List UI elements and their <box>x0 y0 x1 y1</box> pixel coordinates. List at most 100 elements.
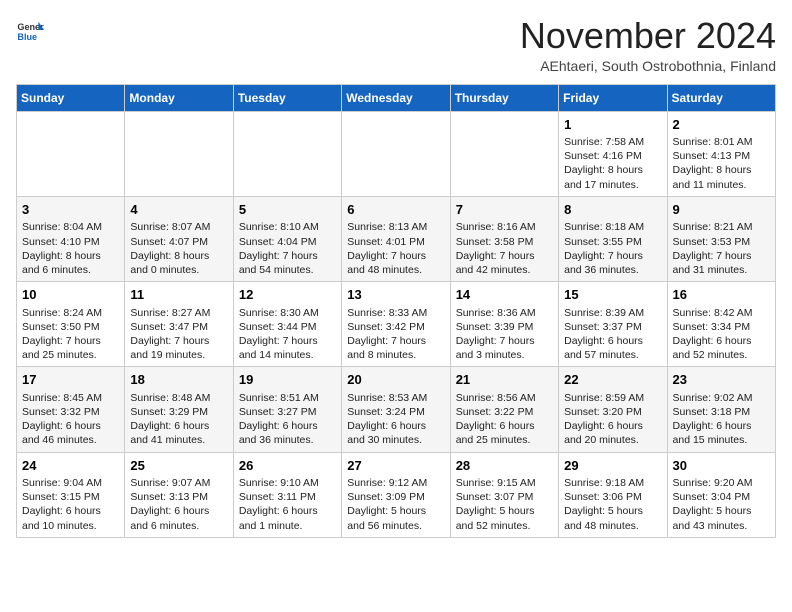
calendar-cell: 20Sunrise: 8:53 AM Sunset: 3:24 PM Dayli… <box>342 367 450 452</box>
day-number: 14 <box>456 286 553 304</box>
day-number: 5 <box>239 201 336 219</box>
day-number: 13 <box>347 286 444 304</box>
day-number: 18 <box>130 371 227 389</box>
calendar-week-row: 3Sunrise: 8:04 AM Sunset: 4:10 PM Daylig… <box>17 196 776 281</box>
day-number: 27 <box>347 457 444 475</box>
day-info: Sunrise: 8:33 AM Sunset: 3:42 PM Dayligh… <box>347 306 444 363</box>
day-number: 8 <box>564 201 661 219</box>
calendar-table: SundayMondayTuesdayWednesdayThursdayFrid… <box>16 84 776 538</box>
day-info: Sunrise: 8:10 AM Sunset: 4:04 PM Dayligh… <box>239 220 336 277</box>
calendar-cell: 13 Sunrise: 8:33 AM Sunset: 3:42 PM Dayli… <box>342 282 450 367</box>
day-number: 3 <box>22 201 119 219</box>
calendar-week-row: 1Sunrise: 7:58 AM Sunset: 4:16 PM Daylig… <box>17 111 776 196</box>
logo-icon: General Blue <box>16 16 44 44</box>
weekday-header: Tuesday <box>233 84 341 111</box>
calendar-cell: 22Sunrise: 8:59 AM Sunset: 3:20 PM Dayli… <box>559 367 667 452</box>
calendar-cell: 26Sunrise: 9:10 AM Sunset: 3:11 PM Dayli… <box>233 452 341 537</box>
day-number: 19 <box>239 371 336 389</box>
calendar-cell <box>233 111 341 196</box>
day-info: Sunrise: 8:51 AM Sunset: 3:27 PM Dayligh… <box>239 391 336 448</box>
day-info: Sunrise: 8:30 AM Sunset: 3:44 PM Dayligh… <box>239 306 336 363</box>
day-number: 9 <box>673 201 770 219</box>
logo: General Blue <box>16 16 44 44</box>
calendar-cell <box>17 111 125 196</box>
day-number: 15 <box>564 286 661 304</box>
calendar-cell: 9Sunrise: 8:21 AM Sunset: 3:53 PM Daylig… <box>667 196 775 281</box>
day-info: Sunrise: 7:58 AM Sunset: 4:16 PM Dayligh… <box>564 135 661 192</box>
weekday-header: Thursday <box>450 84 558 111</box>
day-number: 29 <box>564 457 661 475</box>
day-number: 1 <box>564 116 661 134</box>
calendar-cell: 5Sunrise: 8:10 AM Sunset: 4:04 PM Daylig… <box>233 196 341 281</box>
month-title: November 2024 <box>520 16 776 56</box>
calendar-cell: 4Sunrise: 8:07 AM Sunset: 4:07 PM Daylig… <box>125 196 233 281</box>
day-number: 17 <box>22 371 119 389</box>
calendar-cell <box>342 111 450 196</box>
day-info: Sunrise: 8:01 AM Sunset: 4:13 PM Dayligh… <box>673 135 770 192</box>
calendar-week-row: 10 Sunrise: 8:24 AM Sunset: 3:50 PM Dayli… <box>17 282 776 367</box>
day-info: Sunrise: 8:27 AM Sunset: 3:47 PM Dayligh… <box>130 306 227 363</box>
calendar-cell: 18Sunrise: 8:48 AM Sunset: 3:29 PM Dayli… <box>125 367 233 452</box>
day-info: Sunrise: 9:20 AM Sunset: 3:04 PM Dayligh… <box>673 476 770 533</box>
calendar-cell: 19 Sunrise: 8:51 AM Sunset: 3:27 PM Dayli… <box>233 367 341 452</box>
day-number: 10 <box>22 286 119 304</box>
weekday-header: Monday <box>125 84 233 111</box>
day-number: 4 <box>130 201 227 219</box>
day-number: 25 <box>130 457 227 475</box>
location-title: AEhtaeri, South Ostrobothnia, Finland <box>520 58 776 74</box>
calendar-cell: 11 Sunrise: 8:27 AM Sunset: 3:47 PM Dayli… <box>125 282 233 367</box>
day-info: Sunrise: 8:36 AM Sunset: 3:39 PM Dayligh… <box>456 306 553 363</box>
day-info: Sunrise: 8:59 AM Sunset: 3:20 PM Dayligh… <box>564 391 661 448</box>
calendar-cell: 27Sunrise: 9:12 AM Sunset: 3:09 PM Dayli… <box>342 452 450 537</box>
calendar-cell: 7Sunrise: 8:16 AM Sunset: 3:58 PM Daylig… <box>450 196 558 281</box>
calendar-cell: 2Sunrise: 8:01 AM Sunset: 4:13 PM Daylig… <box>667 111 775 196</box>
calendar-cell: 6Sunrise: 8:13 AM Sunset: 4:01 PM Daylig… <box>342 196 450 281</box>
day-number: 24 <box>22 457 119 475</box>
day-number: 23 <box>673 371 770 389</box>
day-info: Sunrise: 9:15 AM Sunset: 3:07 PM Dayligh… <box>456 476 553 533</box>
weekday-header: Sunday <box>17 84 125 111</box>
day-number: 21 <box>456 371 553 389</box>
calendar-cell <box>450 111 558 196</box>
calendar-cell: 16 Sunrise: 8:42 AM Sunset: 3:34 PM Dayli… <box>667 282 775 367</box>
day-info: Sunrise: 8:53 AM Sunset: 3:24 PM Dayligh… <box>347 391 444 448</box>
day-info: Sunrise: 8:24 AM Sunset: 3:50 PM Dayligh… <box>22 306 119 363</box>
day-info: Sunrise: 8:04 AM Sunset: 4:10 PM Dayligh… <box>22 220 119 277</box>
day-number: 7 <box>456 201 553 219</box>
calendar-cell: 24Sunrise: 9:04 AM Sunset: 3:15 PM Dayli… <box>17 452 125 537</box>
day-info: Sunrise: 8:45 AM Sunset: 3:32 PM Dayligh… <box>22 391 119 448</box>
day-info: Sunrise: 8:21 AM Sunset: 3:53 PM Dayligh… <box>673 220 770 277</box>
calendar-cell: 15 Sunrise: 8:39 AM Sunset: 3:37 PM Dayli… <box>559 282 667 367</box>
day-info: Sunrise: 8:39 AM Sunset: 3:37 PM Dayligh… <box>564 306 661 363</box>
svg-text:Blue: Blue <box>17 32 37 42</box>
day-number: 26 <box>239 457 336 475</box>
day-number: 16 <box>673 286 770 304</box>
calendar-week-row: 24Sunrise: 9:04 AM Sunset: 3:15 PM Dayli… <box>17 452 776 537</box>
day-info: Sunrise: 9:18 AM Sunset: 3:06 PM Dayligh… <box>564 476 661 533</box>
day-number: 6 <box>347 201 444 219</box>
day-number: 2 <box>673 116 770 134</box>
calendar-cell: 29Sunrise: 9:18 AM Sunset: 3:06 PM Dayli… <box>559 452 667 537</box>
day-number: 11 <box>130 286 227 304</box>
day-info: Sunrise: 9:02 AM Sunset: 3:18 PM Dayligh… <box>673 391 770 448</box>
day-number: 28 <box>456 457 553 475</box>
calendar-header-row: SundayMondayTuesdayWednesdayThursdayFrid… <box>17 84 776 111</box>
calendar-cell: 1Sunrise: 7:58 AM Sunset: 4:16 PM Daylig… <box>559 111 667 196</box>
calendar-cell: 28Sunrise: 9:15 AM Sunset: 3:07 PM Dayli… <box>450 452 558 537</box>
calendar-cell: 23 Sunrise: 9:02 AM Sunset: 3:18 PM Dayli… <box>667 367 775 452</box>
day-info: Sunrise: 8:18 AM Sunset: 3:55 PM Dayligh… <box>564 220 661 277</box>
calendar-cell: 21Sunrise: 8:56 AM Sunset: 3:22 PM Dayli… <box>450 367 558 452</box>
day-info: Sunrise: 9:07 AM Sunset: 3:13 PM Dayligh… <box>130 476 227 533</box>
calendar-cell: 25Sunrise: 9:07 AM Sunset: 3:13 PM Dayli… <box>125 452 233 537</box>
calendar-cell: 12Sunrise: 8:30 AM Sunset: 3:44 PM Dayli… <box>233 282 341 367</box>
day-info: Sunrise: 8:16 AM Sunset: 3:58 PM Dayligh… <box>456 220 553 277</box>
title-area: November 2024 AEhtaeri, South Ostrobothn… <box>520 16 776 74</box>
calendar-cell: 17 Sunrise: 8:45 AM Sunset: 3:32 PM Dayli… <box>17 367 125 452</box>
weekday-header: Wednesday <box>342 84 450 111</box>
page-header: General Blue November 2024 AEhtaeri, Sou… <box>16 16 776 74</box>
weekday-header: Friday <box>559 84 667 111</box>
day-info: Sunrise: 9:12 AM Sunset: 3:09 PM Dayligh… <box>347 476 444 533</box>
day-info: Sunrise: 8:42 AM Sunset: 3:34 PM Dayligh… <box>673 306 770 363</box>
calendar-cell: 10 Sunrise: 8:24 AM Sunset: 3:50 PM Dayli… <box>17 282 125 367</box>
weekday-header: Saturday <box>667 84 775 111</box>
